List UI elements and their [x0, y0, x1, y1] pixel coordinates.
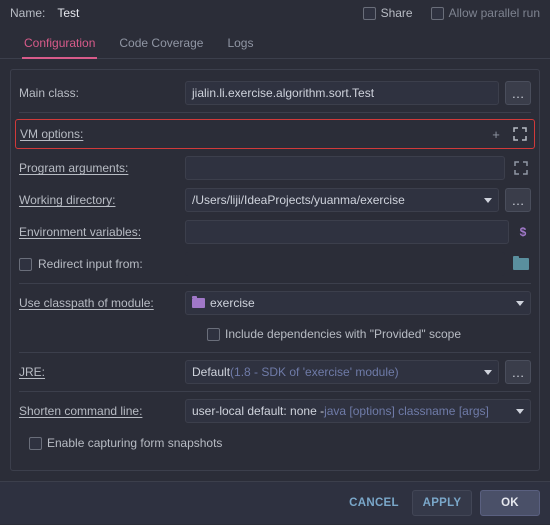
tab-logs[interactable]: Logs	[215, 30, 265, 58]
row-vm-options: VM options: +	[15, 119, 535, 149]
row-jre: JRE: Default (1.8 - SDK of 'exercise' mo…	[19, 359, 531, 385]
working-dir-label: Working directory:	[19, 193, 179, 207]
configuration-panel: Main class: jialin.li.exercise.algorithm…	[10, 69, 540, 471]
working-dir-value: /Users/liji/IdeaProjects/yuanma/exercise	[192, 193, 405, 207]
dialog-footer: CANCEL APPLY OK	[0, 481, 550, 524]
separator	[19, 112, 531, 113]
checkbox-icon	[363, 7, 376, 20]
separator	[19, 391, 531, 392]
row-env-variables: Environment variables: . $	[19, 219, 531, 245]
row-redirect-input: Redirect input from: .	[19, 251, 531, 277]
shorten-select[interactable]: user-local default: none - java [options…	[185, 399, 531, 423]
row-program-arguments: Program arguments: .	[19, 155, 531, 181]
expand-icon	[513, 160, 529, 176]
chevron-down-icon	[484, 198, 492, 203]
vm-options-label: VM options:	[20, 127, 176, 141]
chevron-down-icon	[484, 370, 492, 375]
tab-bar: Configuration Code Coverage Logs	[0, 24, 550, 59]
allow-parallel-checkbox[interactable]: Allow parallel run	[431, 6, 540, 20]
main-class-label: Main class:	[19, 86, 179, 100]
jre-value-suffix: (1.8 - SDK of 'exercise' module)	[230, 365, 399, 379]
redirect-label: Redirect input from:	[38, 257, 143, 271]
main-class-value: jialin.li.exercise.algorithm.sort.Test	[192, 86, 374, 100]
add-icon[interactable]: +	[488, 126, 504, 142]
dollar-icon[interactable]: $	[515, 225, 531, 239]
program-args-label: Program arguments:	[19, 161, 179, 175]
row-enable-snapshots: Enable capturing form snapshots	[19, 430, 531, 456]
checkbox-icon	[29, 437, 42, 450]
jre-label: JRE:	[19, 365, 179, 379]
working-dir-browse-button[interactable]: …	[505, 188, 531, 212]
chevron-down-icon	[516, 301, 524, 306]
ok-button[interactable]: OK	[480, 490, 540, 516]
shorten-suffix: java [options] classname [args]	[324, 404, 489, 418]
separator	[19, 283, 531, 284]
tab-code-coverage[interactable]: Code Coverage	[107, 30, 215, 58]
expand-icon	[512, 126, 528, 142]
row-main-class: Main class: jialin.li.exercise.algorithm…	[19, 80, 531, 106]
tab-configuration[interactable]: Configuration	[12, 30, 107, 58]
expand-button[interactable]	[510, 122, 530, 146]
chevron-down-icon	[516, 409, 524, 414]
header-row: Name: Test Share Allow parallel run	[0, 0, 550, 24]
enable-snapshots-label: Enable capturing form snapshots	[47, 436, 222, 450]
env-vars-input[interactable]: .	[185, 220, 509, 244]
main-class-browse-button[interactable]: …	[505, 81, 531, 105]
env-vars-label: Environment variables:	[19, 225, 179, 239]
ellipsis-icon: …	[512, 365, 525, 380]
shorten-prefix: user-local default: none -	[192, 404, 324, 418]
name-value[interactable]: Test	[57, 6, 79, 20]
checkbox-icon	[431, 7, 444, 20]
redirect-checkbox[interactable]: Redirect input from:	[19, 257, 179, 271]
allow-parallel-label: Allow parallel run	[449, 6, 540, 20]
main-class-input[interactable]: jialin.li.exercise.algorithm.sort.Test	[185, 81, 499, 105]
checkbox-icon	[19, 258, 32, 271]
classpath-select[interactable]: exercise	[185, 291, 531, 315]
row-classpath: Use classpath of module: exercise	[19, 290, 531, 316]
include-provided-label: Include dependencies with "Provided" sco…	[225, 327, 461, 341]
row-include-provided: Include dependencies with "Provided" sco…	[19, 322, 531, 346]
shorten-label: Shorten command line:	[19, 404, 179, 418]
row-shorten: Shorten command line: user-local default…	[19, 398, 531, 424]
include-provided-checkbox[interactable]: Include dependencies with "Provided" sco…	[207, 327, 461, 341]
checkbox-icon	[207, 328, 220, 341]
ellipsis-icon: …	[512, 86, 525, 101]
working-dir-input[interactable]: /Users/liji/IdeaProjects/yuanma/exercise	[185, 188, 499, 212]
name-label: Name:	[10, 6, 45, 20]
jre-value-prefix: Default	[192, 365, 230, 379]
folder-icon	[513, 258, 529, 270]
share-label: Share	[381, 6, 413, 20]
cancel-button[interactable]: CANCEL	[344, 490, 404, 516]
jre-select[interactable]: Default (1.8 - SDK of 'exercise' module)	[185, 360, 499, 384]
program-args-input[interactable]: .	[185, 156, 505, 180]
separator	[19, 352, 531, 353]
row-working-directory: Working directory: /Users/liji/IdeaProje…	[19, 187, 531, 213]
folder-button[interactable]	[511, 258, 531, 270]
apply-button[interactable]: APPLY	[412, 490, 472, 516]
classpath-label: Use classpath of module:	[19, 296, 179, 310]
expand-button[interactable]	[511, 156, 531, 180]
classpath-value: exercise	[210, 296, 255, 310]
module-icon	[192, 298, 205, 308]
redirect-input: .	[185, 252, 505, 276]
ellipsis-icon: …	[512, 193, 525, 208]
share-checkbox[interactable]: Share	[363, 6, 413, 20]
enable-snapshots-checkbox[interactable]: Enable capturing form snapshots	[29, 436, 222, 450]
jre-browse-button[interactable]: …	[505, 360, 531, 384]
